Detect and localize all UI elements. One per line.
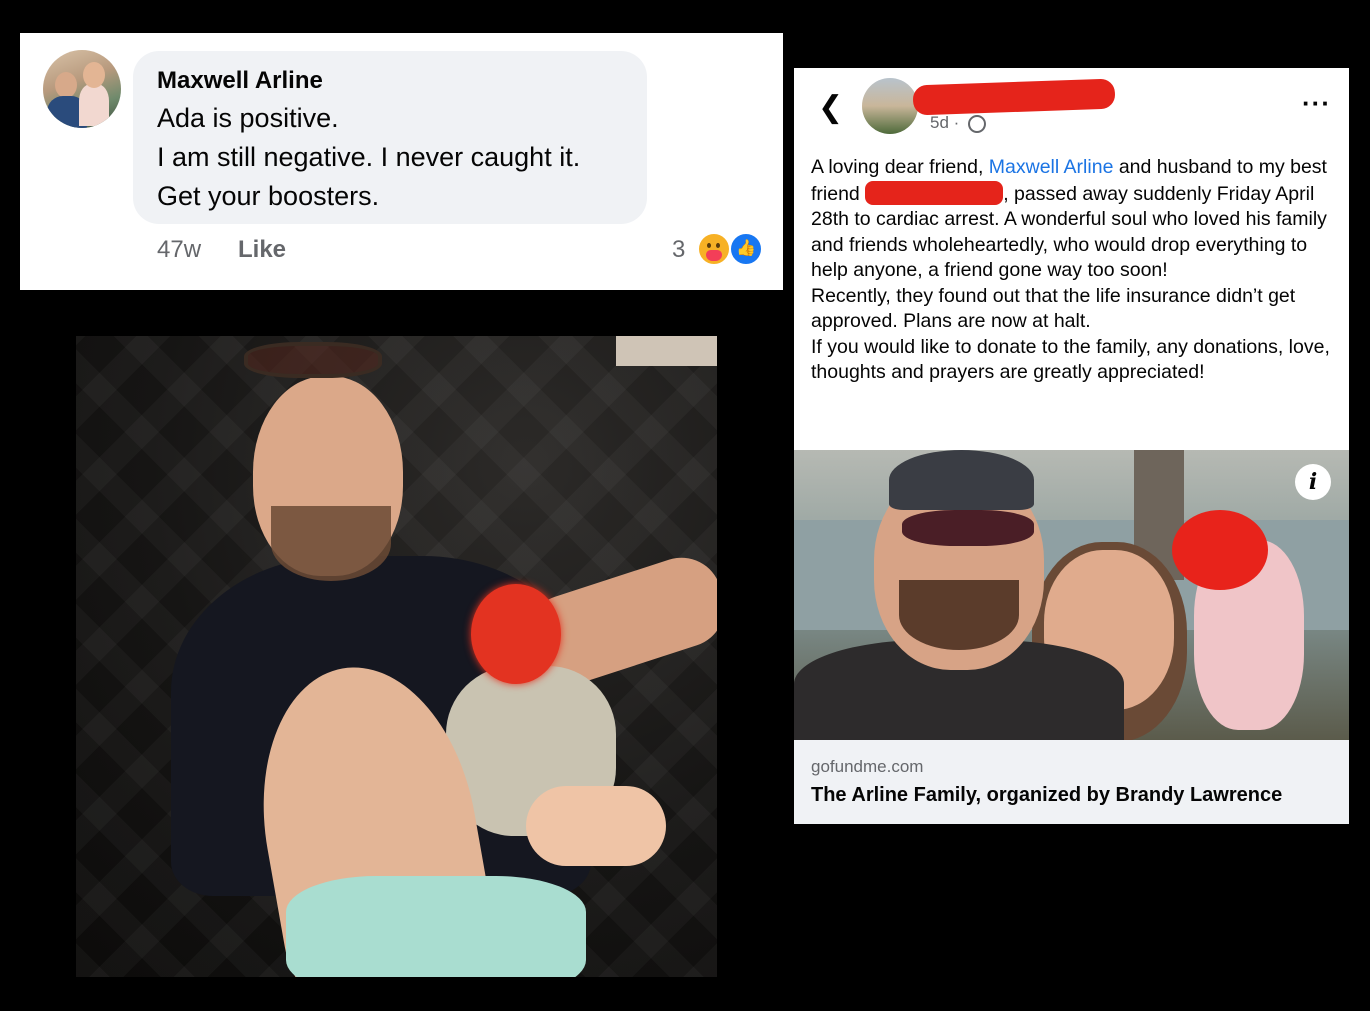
comment-line-3: Get your boosters. bbox=[157, 181, 380, 211]
link-domain: gofundme.com bbox=[811, 757, 924, 776]
comment-line-1: Ada is positive. bbox=[157, 103, 339, 133]
avatar-child-head bbox=[83, 62, 105, 88]
comment-line-2: I am still negative. I never caught it. bbox=[157, 142, 581, 172]
avatar-person-head bbox=[55, 72, 77, 98]
family-photo[interactable] bbox=[794, 450, 1349, 740]
friend-name-redaction bbox=[865, 180, 1004, 205]
link-preview[interactable] bbox=[794, 740, 1349, 824]
face-redaction bbox=[471, 584, 561, 684]
post-time-value: 5d bbox=[930, 113, 949, 132]
man-with-baby-photo bbox=[76, 336, 717, 977]
comment-author[interactable]: Maxwell Arline bbox=[157, 67, 323, 95]
more-options-icon[interactable]: ··· bbox=[1302, 88, 1331, 119]
post-time[interactable]: 5d · bbox=[930, 113, 959, 133]
post-paragraph-2: Recently, they found out that the life i… bbox=[811, 284, 1296, 333]
info-icon[interactable]: i bbox=[1295, 464, 1331, 500]
like-icon: 👍 bbox=[729, 232, 763, 266]
mention-link[interactable]: Maxwell Arline bbox=[989, 156, 1114, 178]
globe-icon bbox=[968, 115, 986, 133]
back-chevron-icon[interactable]: ❮ bbox=[818, 90, 843, 125]
reaction-count[interactable]: 3 bbox=[672, 236, 685, 264]
post-paragraph-3: If you would like to donate to the famil… bbox=[811, 335, 1330, 384]
post-text-intro: A loving dear friend, bbox=[811, 156, 989, 178]
commenter-avatar[interactable] bbox=[43, 50, 121, 128]
poster-avatar[interactable] bbox=[862, 78, 918, 134]
care-icon bbox=[697, 232, 731, 266]
post-text: A loving dear friend, Maxwell Arline and… bbox=[811, 155, 1336, 386]
time-separator: · bbox=[953, 113, 960, 132]
avatar-child-body bbox=[79, 84, 109, 126]
comment-age[interactable]: 47w bbox=[157, 236, 201, 264]
child-face-redaction bbox=[1172, 510, 1268, 590]
comment-like-button[interactable]: Like bbox=[238, 236, 286, 264]
link-title[interactable]: The Arline Family, organized by Brandy L… bbox=[811, 784, 1282, 807]
